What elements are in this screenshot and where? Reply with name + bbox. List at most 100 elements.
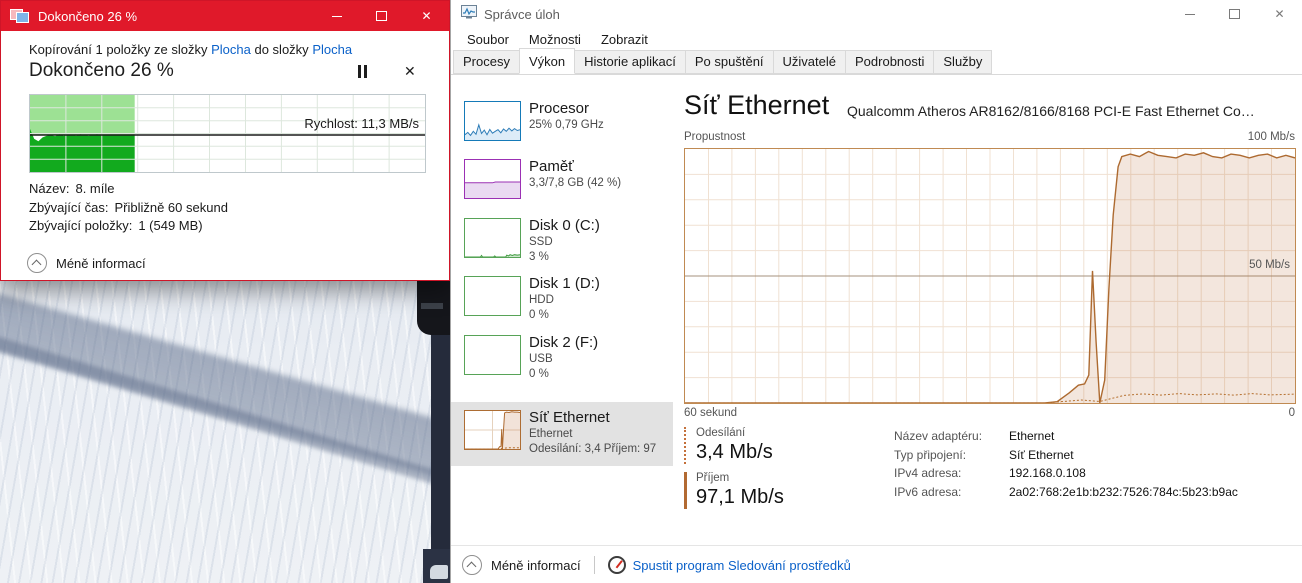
maximize-icon bbox=[1229, 9, 1240, 19]
items-remaining-row: Zbývající položky:1 (549 MB) bbox=[29, 217, 228, 236]
maximize-icon bbox=[376, 11, 387, 21]
connection-type-label: Typ připojení: bbox=[894, 446, 1009, 465]
maximize-button[interactable] bbox=[359, 1, 404, 31]
close-button[interactable]: ✕ bbox=[404, 1, 449, 31]
x-axis-right-label: 0 bbox=[1289, 407, 1295, 419]
task-manager-title: Správce úloh bbox=[484, 7, 560, 22]
adapter-details: Název adaptéru: Ethernet Typ připojení: … bbox=[894, 427, 1238, 501]
sidebar-item-stat: 25% 0,79 GHz bbox=[529, 118, 671, 133]
items-remaining-label: Zbývající položky: bbox=[29, 218, 132, 233]
sidebar-item-stat: 3,3/7,8 GB (42 %) bbox=[529, 176, 671, 191]
menu-soubor[interactable]: Soubor bbox=[457, 32, 519, 47]
tab-po-spusteni[interactable]: Po spuštění bbox=[685, 50, 774, 74]
ipv4-value: 192.168.0.108 bbox=[1009, 464, 1086, 483]
minimize-icon bbox=[332, 16, 342, 17]
network-chart-canvas bbox=[685, 149, 1295, 403]
send-value: 3,4 Mb/s bbox=[696, 441, 773, 464]
copy-description-prefix: Kopírování 1 položky ze složky bbox=[29, 42, 207, 57]
adapter-row: Typ připojení: Síť Ethernet bbox=[894, 446, 1238, 465]
copy-dialog-titlebar[interactable]: Dokončeno 26 % ✕ bbox=[1, 1, 449, 31]
y-axis-mid-label: 50 Mb/s bbox=[1249, 259, 1290, 271]
menu-moznosti[interactable]: Možnosti bbox=[519, 32, 591, 47]
time-remaining-row: Zbývající čas:Přibližně 60 sekund bbox=[29, 199, 228, 218]
page-title: Síť Ethernet bbox=[684, 90, 829, 121]
ethernet-mini-chart bbox=[464, 410, 521, 450]
network-throughput-chart: 50 Mb/s bbox=[684, 148, 1296, 404]
cpu-mini-chart bbox=[464, 101, 521, 141]
less-info-label: Méně informací bbox=[56, 256, 146, 271]
disk0-mini-chart bbox=[464, 218, 521, 258]
receive-value: 97,1 Mb/s bbox=[696, 486, 784, 509]
task-manager-icon bbox=[461, 5, 477, 24]
ipv6-label: IPv6 adresa: bbox=[894, 483, 1009, 502]
copy-dialog: Dokončeno 26 % ✕ Kopírování 1 položky ze… bbox=[0, 0, 450, 281]
item-name-label: Název: bbox=[29, 181, 69, 196]
task-manager-titlebar[interactable]: Správce úloh ✕ bbox=[451, 0, 1302, 28]
minimize-icon bbox=[1185, 14, 1195, 15]
person-glove bbox=[417, 281, 450, 335]
copy-files-icon bbox=[10, 9, 29, 23]
copy-details: Název: 8. míle Zbývající čas:Přibližně 60… bbox=[29, 180, 228, 236]
person-boot bbox=[423, 549, 450, 583]
sidebar-item-disk1[interactable]: Disk 1 (D:) HDD 0 % bbox=[451, 268, 673, 326]
tab-sluzby[interactable]: Služby bbox=[933, 50, 992, 74]
item-name-row: Název: 8. míle bbox=[29, 180, 228, 199]
tab-strip: Procesy Výkon Historie aplikací Po spušt… bbox=[451, 50, 1302, 75]
sidebar-item-cpu[interactable]: Procesor 25% 0,79 GHz bbox=[451, 93, 673, 149]
copy-dialog-title: Dokončeno 26 % bbox=[38, 9, 137, 24]
cancel-copy-button[interactable]: ✕ bbox=[404, 63, 416, 80]
copy-description: Kopírování 1 položky ze složky Plocha do… bbox=[29, 42, 352, 57]
maximize-button[interactable] bbox=[1212, 0, 1257, 28]
task-manager-window: Správce úloh ✕ Soubor Možnosti Zobrazit … bbox=[450, 0, 1302, 583]
send-label: Odesílání bbox=[696, 427, 773, 439]
ipv4-label: IPv4 adresa: bbox=[894, 464, 1009, 483]
sidebar-item-disk0[interactable]: Disk 0 (C:) SSD 3 % bbox=[451, 210, 673, 268]
sidebar-item-title: Disk 0 (C:) bbox=[529, 216, 673, 235]
ipv6-value: 2a02:768:2e1b:b232:7526:784c:5b23:b9ac bbox=[1009, 483, 1238, 502]
destination-folder-link[interactable]: Plocha bbox=[312, 42, 352, 57]
tab-vykon[interactable]: Výkon bbox=[519, 48, 575, 74]
receive-label: Příjem bbox=[696, 472, 784, 484]
minimize-button[interactable] bbox=[314, 1, 359, 31]
progress-heading: Dokončeno 26 % bbox=[29, 60, 174, 82]
tab-podrobnosti[interactable]: Podrobnosti bbox=[845, 50, 934, 74]
adapter-name-label: Název adaptéru: bbox=[894, 427, 1009, 446]
sidebar-item-ethernet[interactable]: Síť Ethernet Ethernet Odesílání: 3,4 Pří… bbox=[451, 402, 673, 466]
screen: Dokončeno 26 % ✕ Kopírování 1 položky ze… bbox=[0, 0, 1302, 583]
sidebar-item-memory[interactable]: Paměť 3,3/7,8 GB (42 %) bbox=[451, 151, 673, 207]
receive-stat: Příjem 97,1 Mb/s bbox=[684, 472, 784, 509]
tab-uzivatele[interactable]: Uživatelé bbox=[773, 50, 846, 74]
y-axis-max-label: 100 Mb/s bbox=[1248, 131, 1295, 143]
close-button[interactable]: ✕ bbox=[1257, 0, 1302, 28]
sidebar-item-stat: 0 % bbox=[529, 308, 671, 323]
resource-monitor-label: Spustit program Sledování prostředků bbox=[633, 558, 851, 573]
resource-monitor-icon bbox=[608, 556, 626, 574]
sidebar-item-stat: 0 % bbox=[529, 367, 671, 382]
menu-bar: Soubor Možnosti Zobrazit bbox=[451, 28, 1302, 50]
tab-historie-aplikaci[interactable]: Historie aplikací bbox=[574, 50, 686, 74]
sidebar-item-disk2[interactable]: Disk 2 (F:) USB 0 % bbox=[451, 327, 673, 385]
sidebar-item-title: Síť Ethernet bbox=[529, 408, 673, 427]
adapter-row: IPv6 adresa: 2a02:768:2e1b:b232:7526:784… bbox=[894, 483, 1238, 502]
sidebar-item-stat: USB bbox=[529, 352, 671, 367]
tab-procesy[interactable]: Procesy bbox=[453, 50, 520, 74]
pause-button[interactable] bbox=[358, 65, 367, 78]
open-resource-monitor-link[interactable]: Spustit program Sledování prostředků bbox=[608, 556, 851, 574]
footer-separator bbox=[594, 556, 595, 574]
less-info-button[interactable]: Méně informací bbox=[462, 555, 581, 575]
less-info-button[interactable]: Méně informací bbox=[27, 253, 146, 273]
copy-speed-chart: Rychlost: 11,3 MB/s bbox=[29, 94, 426, 173]
chevron-up-icon bbox=[27, 253, 47, 273]
minimize-button[interactable] bbox=[1167, 0, 1212, 28]
less-info-label: Méně informací bbox=[491, 558, 581, 573]
copy-description-middle: do složky bbox=[254, 42, 308, 57]
adapter-row: IPv4 adresa: 192.168.0.108 bbox=[894, 464, 1238, 483]
adapter-subtitle: Qualcomm Atheros AR8162/8166/8168 PCI-E … bbox=[847, 103, 1294, 119]
sidebar-item-stat: 3 % bbox=[529, 250, 671, 265]
menu-zobrazit[interactable]: Zobrazit bbox=[591, 32, 658, 47]
item-name-value: 8. míle bbox=[75, 181, 114, 196]
x-axis-left-label: 60 sekund bbox=[684, 407, 737, 419]
send-stat: Odesílání 3,4 Mb/s bbox=[684, 427, 773, 464]
source-folder-link[interactable]: Plocha bbox=[211, 42, 251, 57]
sidebar-item-title: Paměť bbox=[529, 157, 673, 176]
